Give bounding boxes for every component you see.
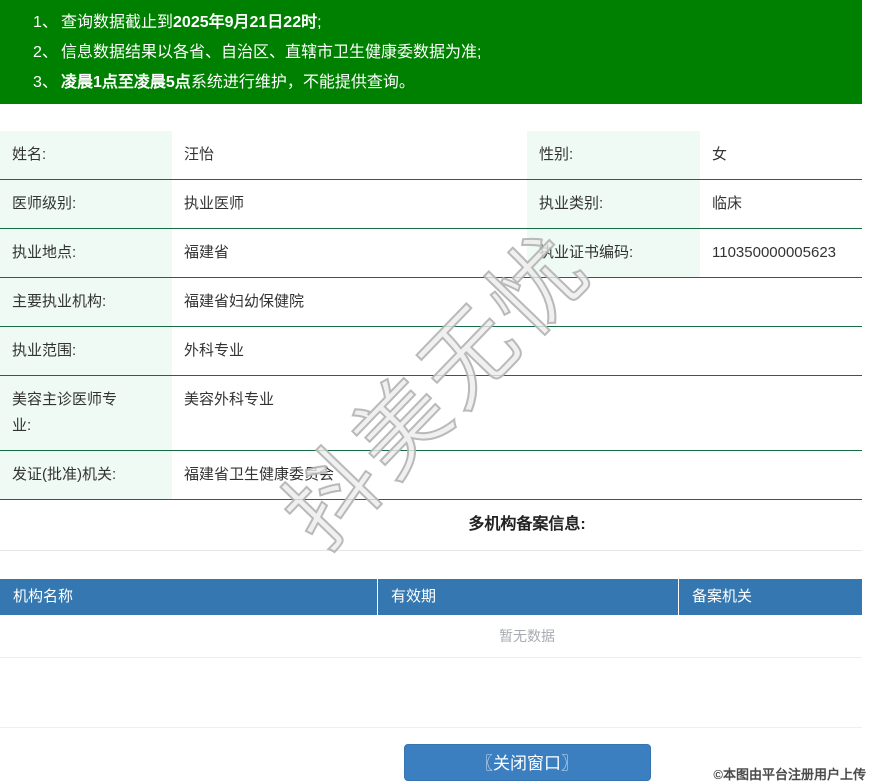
field-value: 外科专业	[184, 342, 245, 359]
field-label: 执业地点:	[0, 229, 172, 277]
notice-line-number: 1、	[33, 14, 58, 31]
field-label: 性别:	[527, 131, 700, 179]
table-row: 执业范围: 外科专业	[0, 327, 862, 376]
field-label: 发证(批准)机关:	[0, 451, 172, 499]
table-row: 执业地点: 福建省 执业证书编码: 110350000005623	[0, 229, 862, 278]
field-value: 福建省卫生健康委员会	[184, 466, 335, 483]
column-header: 机构名称	[0, 579, 377, 615]
close-window-button[interactable]: 〖关闭窗口〗	[403, 744, 651, 781]
field-label: 医师级别:	[0, 180, 172, 228]
notice-line-text: 凌晨1点至凌晨5点系统进行维护，不能提供查询。	[61, 74, 415, 91]
field-value: 汪怡	[184, 146, 215, 163]
field-value: 女	[712, 146, 728, 163]
column-header: 有效期	[377, 579, 678, 615]
copyright-text: ©本图由平台注册用户上传	[713, 767, 866, 782]
field-label: 执业范围:	[0, 327, 172, 375]
field-label: 主要执业机构:	[0, 278, 172, 326]
notice-line-number: 2、	[33, 44, 58, 61]
table-row: 医师级别: 执业医师 执业类别: 临床	[0, 180, 862, 229]
column-header: 备案机关	[678, 579, 862, 615]
table-row: 姓名: 汪怡 性别: 女	[0, 131, 862, 180]
table-row: 美容主诊医师专业: 美容外科专业	[0, 376, 862, 451]
field-value: 临床	[712, 195, 743, 212]
field-value: 美容外科专业	[184, 391, 275, 408]
field-label: 执业类别:	[527, 180, 700, 228]
filing-table-empty-body	[0, 658, 862, 728]
filing-empty-row: 暂无数据	[0, 615, 862, 658]
filing-section-title: 多机构备案信息:	[468, 516, 586, 533]
doctor-info-table: 姓名: 汪怡 性别: 女医师级别: 执业医师 执业类别: 临床执业地点: 福建省 执业证书编码:…	[0, 131, 862, 500]
field-value: 执业医师	[184, 195, 245, 212]
table-row: 发证(批准)机关: 福建省卫生健康委员会	[0, 451, 862, 500]
field-value: 福建省	[184, 244, 230, 261]
notice-line: 2、 信息数据结果以各省、自治区、直辖市卫生健康委数据为准;	[0, 38, 862, 68]
notice-line-text: 查询数据截止到2025年9月21日22时;	[61, 14, 322, 31]
license-query-result-page: 1、 查询数据截止到2025年9月21日22时; 2、 信息数据结果以各省、自治区、直…	[0, 0, 870, 784]
notice-line-text: 信息数据结果以各省、自治区、直辖市卫生健康委数据为准;	[61, 44, 482, 61]
field-label: 美容主诊医师专业:	[0, 376, 172, 450]
notice-banner: 1、 查询数据截止到2025年9月21日22时; 2、 信息数据结果以各省、自治区、直…	[0, 0, 862, 104]
field-label: 姓名:	[0, 131, 172, 179]
notice-line: 3、 凌晨1点至凌晨5点系统进行维护，不能提供查询。	[0, 68, 862, 98]
notice-line: 1、 查询数据截止到2025年9月21日22时;	[0, 8, 862, 38]
empty-state-text: 暂无数据	[499, 628, 555, 644]
field-value: 福建省妇幼保健院	[184, 293, 305, 310]
table-row: 主要执业机构: 福建省妇幼保健院	[0, 278, 862, 327]
field-label: 执业证书编码:	[527, 229, 700, 277]
filing-title-row: 多机构备案信息:	[0, 500, 862, 551]
filing-table-header: 机构名称 有效期 备案机关	[0, 579, 862, 615]
field-value: 110350000005623	[712, 244, 837, 261]
notice-line-number: 3、	[33, 74, 58, 91]
